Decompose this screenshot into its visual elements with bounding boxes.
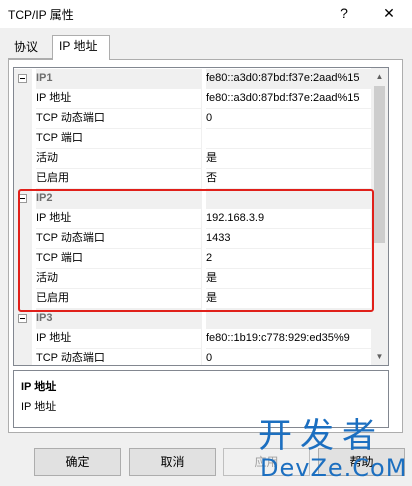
property-name: 活动 — [36, 149, 202, 169]
property-name: TCP 动态端口 — [36, 229, 202, 249]
tab-ip-address[interactable]: IP 地址 — [52, 35, 110, 60]
grid-property-row[interactable]: IP 地址 192.168.3.9 — [14, 209, 374, 229]
apply-button[interactable]: 应用 — [223, 448, 310, 476]
property-value[interactable] — [206, 129, 374, 149]
scroll-up-icon[interactable]: ▲ — [371, 68, 388, 85]
property-value[interactable]: 1433 — [206, 229, 374, 249]
help-button[interactable]: 帮助 — [318, 448, 405, 476]
grid-property-row[interactable]: 已启用是 — [14, 289, 374, 309]
cancel-button[interactable]: 取消 — [129, 448, 216, 476]
grid-property-row[interactable]: TCP 动态端口 0 — [14, 109, 374, 129]
collapse-icon[interactable] — [18, 74, 27, 83]
row-gutter — [14, 249, 32, 269]
window-title: TCP/IP 属性 — [8, 8, 74, 22]
row-gutter — [14, 309, 32, 329]
row-gutter — [14, 209, 32, 229]
row-gutter — [14, 229, 32, 249]
row-gutter — [14, 109, 32, 129]
row-gutter — [14, 289, 32, 309]
property-name: IP 地址 — [36, 329, 202, 349]
property-value[interactable]: fe80::a3d0:87bd:f37e:2aad%15 — [206, 89, 374, 109]
property-name: IP 地址 — [36, 209, 202, 229]
grid-property-row[interactable]: TCP 端口 — [14, 129, 374, 149]
row-gutter — [14, 189, 32, 209]
vertical-scrollbar[interactable]: ▲ ▼ — [371, 68, 388, 365]
property-name: 已启用 — [36, 289, 202, 309]
property-name: TCP 端口 — [36, 129, 202, 149]
grid-property-row[interactable]: TCP 端口 2 — [14, 249, 374, 269]
grid-property-row[interactable]: TCP 动态端口 1433 — [14, 229, 374, 249]
row-gutter — [14, 129, 32, 149]
grid-property-row[interactable]: 活动是 — [14, 269, 374, 289]
row-gutter — [14, 349, 32, 365]
property-value[interactable]: 是 — [206, 289, 374, 309]
row-gutter — [14, 149, 32, 169]
property-value[interactable]: 0 — [206, 349, 374, 365]
grid-property-row[interactable]: 已启用否 — [14, 169, 374, 189]
scroll-down-icon[interactable]: ▼ — [371, 348, 388, 365]
property-name: TCP 动态端口 — [36, 349, 202, 365]
property-value[interactable]: 是 — [206, 149, 374, 169]
property-value[interactable] — [206, 309, 374, 329]
scroll-thumb[interactable] — [374, 86, 385, 243]
grid-category-row[interactable]: IP3 — [14, 309, 374, 329]
property-value[interactable]: fe80::1b19:c778:929:ed35%9 — [206, 329, 374, 349]
ok-button[interactable]: 确定 — [34, 448, 121, 476]
description-title: IP 地址 — [21, 381, 57, 393]
row-gutter — [14, 89, 32, 109]
property-value[interactable]: fe80::a3d0:87bd:f37e:2aad%15 — [206, 69, 374, 89]
grid-property-row[interactable]: TCP 动态端口 0 — [14, 349, 374, 365]
help-title-button[interactable]: ? — [330, 2, 358, 24]
grid-category-row[interactable]: IP2 — [14, 189, 374, 209]
row-gutter — [14, 69, 32, 89]
property-grid[interactable]: IP1 fe80::a3d0:87bd:f37e:2aad%15 IP 地址 fe80… — [13, 67, 389, 366]
property-value[interactable]: 是 — [206, 269, 374, 289]
tab-protocol[interactable]: 协议 — [8, 37, 52, 59]
property-name: TCP 端口 — [36, 249, 202, 269]
property-name: 已启用 — [36, 169, 202, 189]
title-bar: TCP/IP 属性 ? ✕ — [0, 0, 412, 28]
property-name: IP 地址 — [36, 89, 202, 109]
row-gutter — [14, 329, 32, 349]
property-name: TCP 动态端口 — [36, 109, 202, 129]
property-name: IP2 — [36, 189, 202, 209]
property-name: IP3 — [36, 309, 202, 329]
grid-category-row[interactable]: IP1 fe80::a3d0:87bd:f37e:2aad%15 — [14, 69, 374, 89]
property-name: 活动 — [36, 269, 202, 289]
grid-property-row[interactable]: IP 地址 fe80::a3d0:87bd:f37e:2aad%15 — [14, 89, 374, 109]
property-value[interactable]: 2 — [206, 249, 374, 269]
row-gutter — [14, 269, 32, 289]
property-value[interactable] — [206, 189, 374, 209]
grid-property-row[interactable]: 活动是 — [14, 149, 374, 169]
property-value[interactable]: 0 — [206, 109, 374, 129]
property-value[interactable]: 192.168.3.9 — [206, 209, 374, 229]
property-value[interactable]: 否 — [206, 169, 374, 189]
collapse-icon[interactable] — [18, 314, 27, 323]
description-panel: IP 地址 IP 地址 — [13, 370, 389, 428]
row-gutter — [14, 169, 32, 189]
close-button[interactable]: ✕ — [375, 2, 403, 24]
collapse-icon[interactable] — [18, 194, 27, 203]
description-text: IP 地址 — [21, 401, 57, 413]
property-name: IP1 — [36, 69, 202, 89]
grid-property-row[interactable]: IP 地址 fe80::1b19:c778:929:ed35%9 — [14, 329, 374, 349]
